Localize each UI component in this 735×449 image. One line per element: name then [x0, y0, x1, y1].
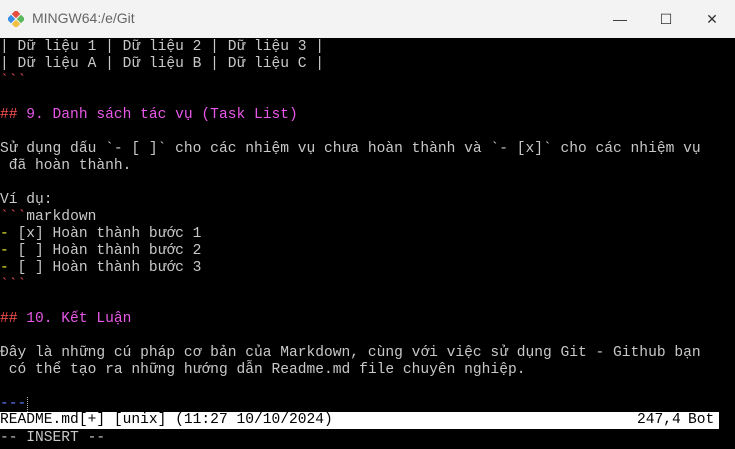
text-line: Sử dụng dấu `- [ ]` cho các nhiệm vụ chư…: [0, 141, 701, 157]
horizontal-rule: ---: [0, 396, 27, 412]
heading-marker: ##: [0, 311, 18, 327]
scrollbar[interactable]: [719, 38, 735, 449]
heading-text: 10. Kết Luận: [17, 311, 132, 327]
maximize-button[interactable]: ☐: [643, 0, 689, 38]
text-line: có thể tạo ra những hướng dẫn Readme.md …: [0, 362, 526, 378]
text-line: | Dữ liệu 1 | Dữ liệu 2 | Dữ liệu 3 |: [0, 39, 325, 55]
heading-10: ## 10. Kết Luận: [0, 311, 131, 328]
task-item: - [ ] Hoàn thành bước 3: [0, 260, 201, 277]
status-scroll: Bot: [688, 412, 715, 428]
text-line: đã hoàn thành.: [0, 158, 132, 174]
close-button[interactable]: ✕: [689, 0, 735, 38]
heading-9: ## 9. Danh sách tác vụ (Task List): [0, 107, 298, 124]
title-bar: MINGW64:/e/Git — ☐ ✕: [0, 0, 735, 38]
text-line: Đây là những cú pháp cơ bản của Markdown…: [0, 345, 701, 361]
status-position: 247,4: [637, 412, 681, 428]
text-line: | Dữ liệu A | Dữ liệu B | Dữ liệu C |: [0, 56, 325, 72]
heading-text: 9. Danh sách tác vụ (Task List): [17, 107, 298, 123]
fence-lang: markdown: [26, 209, 97, 225]
fence-marker: ```: [0, 209, 27, 225]
task-item: - [ ] Hoàn thành bước 2: [0, 243, 201, 260]
git-logo-icon: [8, 11, 24, 27]
list-marker: -: [0, 260, 9, 276]
code-fence: ```: [0, 277, 27, 293]
list-marker: -: [0, 226, 9, 242]
terminal-editor[interactable]: | Dữ liệu 1 | Dữ liệu 2 | Dữ liệu 3 | | …: [0, 38, 735, 449]
task-text: [ ] Hoàn thành bước 2: [8, 243, 202, 259]
status-line: README.md[+] [unix] (11:27 10/10/2024) 2…: [0, 412, 719, 429]
minimize-button[interactable]: —: [597, 0, 643, 38]
task-text: [ ] Hoàn thành bước 3: [8, 260, 202, 276]
status-file: README.md[+] [unix] (11:27 10/10/2024): [0, 412, 333, 428]
heading-marker: ##: [0, 107, 18, 123]
text-line: Ví dụ:: [0, 192, 53, 208]
list-marker: -: [0, 243, 9, 259]
window-title: MINGW64:/e/Git: [32, 10, 135, 26]
mode-indicator: -- INSERT --: [0, 430, 106, 446]
code-fence: ```: [0, 73, 27, 89]
task-text: [x] Hoàn thành bước 1: [8, 226, 202, 242]
code-fence: ```markdown: [0, 209, 96, 226]
task-item: - [x] Hoàn thành bước 1: [0, 226, 201, 243]
cursor: [27, 397, 29, 412]
